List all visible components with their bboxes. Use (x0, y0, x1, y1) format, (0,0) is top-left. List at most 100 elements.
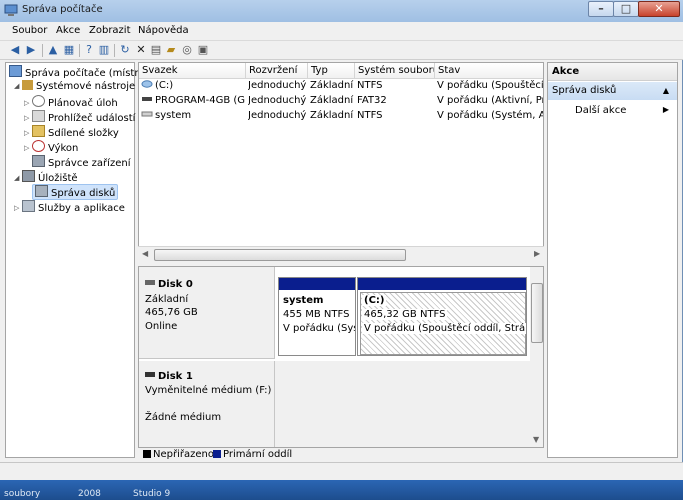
partition-c[interactable]: (C:) 465,32 GB NTFS V pořádku (Spouštěcí… (357, 277, 527, 356)
disk1-name: Disk 1 (145, 371, 193, 382)
tree-label: Služby a aplikace (38, 203, 125, 214)
expand-triangle-icon[interactable]: ▷ (24, 129, 32, 137)
scrollbar-thumb[interactable] (531, 283, 543, 343)
forward-arrow-icon[interactable]: ▶ (24, 43, 38, 57)
refresh-icon[interactable]: ↻ (118, 43, 132, 57)
tree-item-task-scheduler[interactable]: ▷ Plánovač úloh (24, 95, 118, 109)
actions-pane: Akce Správa disků ▲ Další akce ▶ (547, 62, 678, 458)
partition-size: 465,32 GB NTFS (362, 309, 448, 320)
tree-item-performance[interactable]: ▷ Výkon (24, 140, 78, 154)
console-tree: Správa počítače (místní) ◢ Systémové nást… (5, 62, 147, 458)
disk1-label[interactable]: Disk 1 Vyměnitelné médium (F:) Žádné méd… (139, 361, 275, 447)
collapse-triangle-icon[interactable]: ◢ (14, 174, 22, 182)
taskbar-item[interactable]: soubory (4, 489, 40, 499)
disk0-size: 465,76 GB (145, 307, 198, 318)
tree-item-shared-folders[interactable]: ▷ Sdílené složky (24, 125, 119, 139)
tree-label: Výkon (48, 143, 79, 154)
search-icon[interactable]: ◎ (180, 43, 194, 57)
scroll-down-icon[interactable]: ▼ (533, 435, 539, 444)
disk-icon (145, 280, 155, 285)
actions-section-disk-management[interactable]: Správa disků ▲ (548, 82, 677, 100)
table-cell: FAT32 (357, 95, 387, 106)
disk0-name-text: Disk 0 (158, 279, 193, 290)
table-cell: V pořádku (Systém, Aktivní, Primární odd… (437, 110, 543, 121)
tree-item-services-apps[interactable]: ▷ Služby a aplikace (14, 200, 125, 214)
table-cell: Jednoduchý (248, 80, 307, 91)
horizontal-scrollbar[interactable]: ◀ ▶ (138, 246, 544, 262)
menu-akce[interactable]: Akce (56, 25, 80, 36)
close-button[interactable]: ✕ (638, 1, 680, 17)
table-cell: V pořádku (Aktivní, Primární oddíl) (437, 95, 543, 106)
taskbar-item[interactable]: Studio 9 (133, 489, 170, 499)
table-cell: Jednoduchý (248, 110, 307, 121)
primary-partition-bar (279, 278, 355, 290)
legend-unallocated: Nepřiřazeno (153, 449, 214, 460)
window-title: Správa počítače (22, 4, 103, 15)
properties-icon[interactable]: ▤ (149, 43, 163, 57)
menu-napoveda[interactable]: Nápověda (138, 25, 189, 36)
action-pane-icon[interactable]: ▥ (97, 43, 111, 57)
legend-primary: Primární oddíl (223, 449, 293, 460)
expand-triangle-icon[interactable]: ▷ (24, 144, 32, 152)
menu-bar: Soubor Akce Zobrazit Nápověda (0, 22, 683, 40)
help-icon[interactable]: ? (82, 43, 96, 57)
table-cell: Základní (310, 95, 354, 106)
tree-item-event-viewer[interactable]: ▷ Prohlížeč událostí (24, 110, 135, 124)
column-header-filesystem[interactable]: Systém souborů (355, 63, 435, 79)
taskbar-item[interactable]: 2008 (78, 489, 101, 499)
expand-triangle-icon[interactable]: ▷ (24, 114, 32, 122)
back-arrow-icon[interactable]: ◀ (8, 43, 22, 57)
disk1-name-text: Disk 1 (158, 371, 193, 382)
expand-triangle-icon[interactable]: ▷ (24, 99, 32, 107)
computer-icon (9, 65, 22, 77)
tree-label: Sdílené složky (48, 128, 119, 139)
disk0-status: Online (145, 321, 178, 332)
tree-item-system-tools[interactable]: ◢ Systémové nástroje (14, 80, 135, 94)
expand-triangle-icon[interactable]: ▷ (14, 204, 22, 212)
tree-label: Plánovač úloh (48, 98, 118, 109)
performance-icon (32, 140, 45, 152)
column-header-type[interactable]: Typ (308, 63, 355, 79)
status-bar (0, 462, 683, 480)
maximize-button[interactable]: □ (613, 1, 639, 17)
tree-label: Správce zařízení (48, 158, 131, 169)
disk-icon (35, 185, 48, 197)
tree-item-root[interactable]: Správa počítače (místní) (9, 65, 147, 79)
vertical-scrollbar[interactable]: ▼ (530, 267, 543, 447)
disk0-label[interactable]: Disk 0 Základní 465,76 GB Online (139, 267, 275, 359)
computer-management-icon (4, 4, 18, 16)
tree-label: Správa počítače (místní) (25, 68, 148, 79)
up-folder-icon[interactable]: ▲ (46, 43, 60, 57)
menu-soubor[interactable]: Soubor (12, 25, 47, 36)
table-cell: NTFS (357, 80, 383, 91)
scroll-left-icon[interactable]: ◀ (142, 249, 148, 258)
menu-zobrazit[interactable]: Zobrazit (89, 25, 131, 36)
column-header-status[interactable]: Stav (435, 63, 543, 79)
event-log-icon (32, 110, 45, 122)
title-bar[interactable]: Správa počítače – □ ✕ (0, 0, 683, 23)
disk-graphical-view: Disk 0 Základní 465,76 GB Online system … (138, 266, 544, 448)
disk0-type: Základní (145, 294, 189, 305)
scroll-right-icon[interactable]: ▶ (534, 249, 540, 258)
collapse-up-icon[interactable]: ▲ (663, 82, 669, 100)
console-tree-icon[interactable]: ▦ (62, 43, 76, 57)
tree-item-storage[interactable]: ◢ Úložiště (14, 170, 78, 184)
column-header-volume[interactable]: Svazek (139, 63, 246, 79)
scrollbar-thumb[interactable] (154, 249, 406, 261)
delete-icon[interactable]: ✕ (134, 43, 148, 57)
volume-list: Svazek Rozvržení Typ Systém souborů Stav… (138, 62, 544, 262)
tree-item-disk-management[interactable]: Správa disků (32, 184, 119, 200)
disk-settings-icon[interactable]: ▣ (196, 43, 210, 57)
removable-disk-icon (145, 372, 155, 377)
more-actions-item[interactable]: Další akce ▶ (548, 103, 677, 119)
shared-folder-icon (32, 125, 45, 137)
toolbar-separator (79, 44, 80, 57)
column-header-layout[interactable]: Rozvržení (246, 63, 308, 79)
tree-item-device-manager[interactable]: Správce zařízení (32, 155, 130, 169)
partition-system[interactable]: system 455 MB NTFS V pořádku (Syst (278, 277, 356, 356)
partition-name: system (283, 295, 324, 306)
collapse-triangle-icon[interactable]: ◢ (14, 82, 22, 90)
open-folder-icon[interactable]: ▰ (164, 43, 178, 57)
unallocated-swatch (143, 450, 151, 458)
minimize-button[interactable]: – (588, 1, 614, 17)
